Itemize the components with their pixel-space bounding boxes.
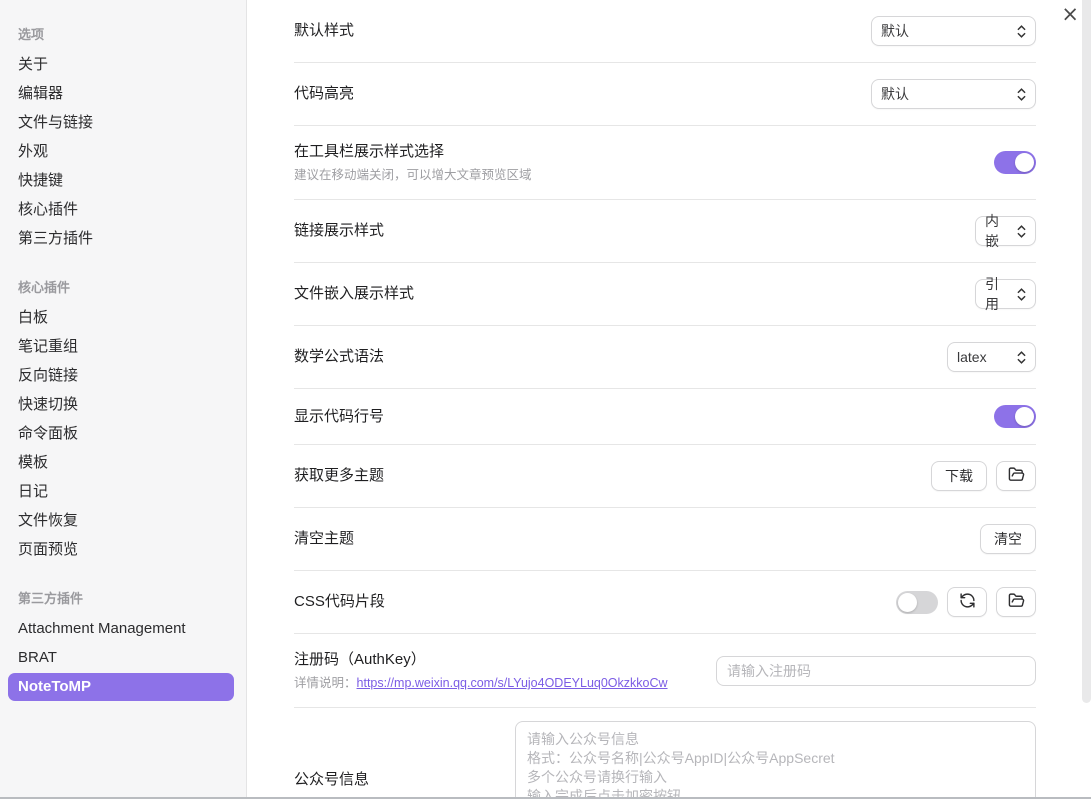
setting-label: 数学公式语法 [294,347,384,367]
sidebar-item-backlinks[interactable]: 反向链接 [8,362,234,390]
authkey-help-link[interactable]: https://mp.weixin.qq.com/s/LYujo4ODEYLuq… [357,676,668,690]
setting-row-file-embed: 文件嵌入展示样式 引用 [294,263,1036,326]
sidebar-item-file-recovery[interactable]: 文件恢复 [8,507,234,535]
setting-description: 详情说明：https://mp.weixin.qq.com/s/LYujo4OD… [294,675,668,691]
clear-theme-button[interactable]: 清空 [980,524,1036,554]
setting-row-mp-info: 公众号信息 [294,708,1036,799]
setting-label: 在工具栏展示样式选择 [294,142,532,162]
sidebar-item-canvas[interactable]: 白板 [8,304,234,332]
mp-info-textarea[interactable] [515,721,1036,799]
toggle-knob [1015,153,1034,172]
close-icon[interactable]: × [1061,4,1079,25]
sidebar-section-community-plugins: 第三方插件 Attachment Management BRAT NoteToM… [0,588,246,701]
refresh-icon [959,592,976,612]
open-snippets-folder-button[interactable] [996,587,1036,617]
select-value: 内嵌 [985,211,1011,251]
setting-label: 注册码（AuthKey） [294,650,668,670]
select-value: 默认 [881,21,909,41]
authkey-desc-prefix: 详情说明： [294,676,357,690]
sidebar-item-note-composer[interactable]: 笔记重组 [8,333,234,361]
setting-label: 文件嵌入展示样式 [294,284,414,304]
select-value: 引用 [985,274,1011,314]
setting-label: 清空主题 [294,529,354,549]
setting-row-math-syntax: 数学公式语法 latex [294,326,1036,389]
folder-open-icon [1008,592,1025,612]
sidebar-item-about[interactable]: 关于 [8,51,234,79]
settings-modal: 选项 关于 编辑器 文件与链接 外观 快捷键 核心插件 第三方插件 核心插件 白… [0,0,1091,799]
toolbar-style-toggle[interactable] [994,151,1036,174]
setting-row-more-themes: 获取更多主题 下载 [294,445,1036,508]
setting-row-authkey: 注册码（AuthKey） 详情说明：https://mp.weixin.qq.c… [294,634,1036,708]
authkey-input[interactable] [716,656,1036,686]
sidebar-item-attachment-management[interactable]: Attachment Management [8,615,234,643]
sidebar-item-core-plugins[interactable]: 核心插件 [8,196,234,224]
setting-label: CSS代码片段 [294,592,385,612]
vertical-scrollbar[interactable] [1082,0,1091,703]
default-style-select[interactable]: 默认 [871,16,1036,46]
chevron-up-down-icon [1017,288,1026,301]
chevron-up-down-icon [1017,351,1026,364]
sidebar-item-quick-switcher[interactable]: 快速切换 [8,391,234,419]
setting-label: 代码高亮 [294,84,354,104]
sidebar-item-community-plugins[interactable]: 第三方插件 [8,225,234,253]
toggle-knob [898,593,917,612]
toggle-knob [1015,407,1034,426]
sidebar-section-header: 选项 [0,24,246,43]
css-snippet-toggle[interactable] [896,591,938,614]
chevron-up-down-icon [1017,225,1026,238]
sidebar-section-options: 选项 关于 编辑器 文件与链接 外观 快捷键 核心插件 第三方插件 [0,24,246,253]
sidebar-item-brat[interactable]: BRAT [8,644,234,672]
settings-sidebar: 选项 关于 编辑器 文件与链接 外观 快捷键 核心插件 第三方插件 核心插件 白… [0,0,247,799]
setting-row-code-highlight: 代码高亮 默认 [294,63,1036,126]
setting-description: 建议在移动端关闭，可以增大文章预览区域 [294,167,532,183]
chevron-up-down-icon [1017,88,1026,101]
line-numbers-toggle[interactable] [994,405,1036,428]
sidebar-item-editor[interactable]: 编辑器 [8,80,234,108]
setting-label: 获取更多主题 [294,466,384,486]
sidebar-item-templates[interactable]: 模板 [8,449,234,477]
link-style-select[interactable]: 内嵌 [975,216,1036,246]
sidebar-item-files-links[interactable]: 文件与链接 [8,109,234,137]
setting-row-clear-theme: 清空主题 清空 [294,508,1036,571]
sidebar-item-command-palette[interactable]: 命令面板 [8,420,234,448]
code-highlight-select[interactable]: 默认 [871,79,1036,109]
chevron-up-down-icon [1017,25,1026,38]
setting-row-link-style: 链接展示样式 内嵌 [294,200,1036,263]
settings-panel: × 默认样式 默认 代码高亮 默认 [247,0,1091,799]
select-value: latex [957,349,987,365]
setting-label: 显示代码行号 [294,407,384,427]
folder-open-icon [1008,466,1025,486]
sidebar-section-header: 第三方插件 [0,588,246,607]
setting-row-css-snippet: CSS代码片段 [294,571,1036,634]
sidebar-item-notetomp[interactable]: NoteToMP [8,673,234,701]
select-value: 默认 [881,84,909,104]
setting-row-default-style: 默认样式 默认 [294,0,1036,63]
open-theme-folder-button[interactable] [996,461,1036,491]
setting-row-line-numbers: 显示代码行号 [294,389,1036,445]
sidebar-section-header: 核心插件 [0,277,246,296]
download-theme-button[interactable]: 下载 [931,461,987,491]
setting-label: 公众号信息 [294,770,369,790]
sidebar-item-hotkeys[interactable]: 快捷键 [8,167,234,195]
sidebar-item-appearance[interactable]: 外观 [8,138,234,166]
sidebar-item-daily-notes[interactable]: 日记 [8,478,234,506]
setting-label: 链接展示样式 [294,221,384,241]
math-syntax-select[interactable]: latex [947,342,1036,372]
file-embed-select[interactable]: 引用 [975,279,1036,309]
setting-label: 默认样式 [294,21,354,41]
sidebar-section-core-plugins: 核心插件 白板 笔记重组 反向链接 快速切换 命令面板 模板 日记 文件恢复 页… [0,277,246,564]
sidebar-item-page-preview[interactable]: 页面预览 [8,536,234,564]
reload-snippets-button[interactable] [947,587,987,617]
setting-row-toolbar-style: 在工具栏展示样式选择 建议在移动端关闭，可以增大文章预览区域 [294,126,1036,200]
